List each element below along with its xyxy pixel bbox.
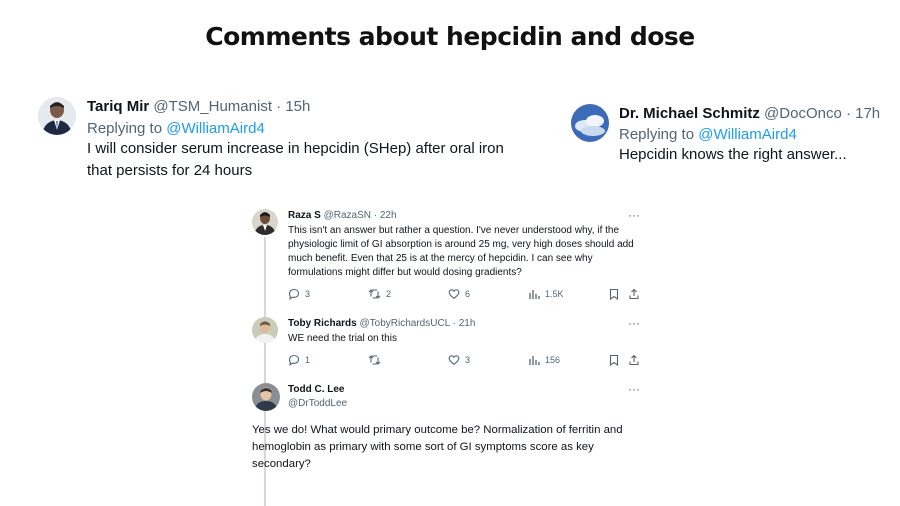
avatar-toby[interactable] (252, 317, 278, 343)
avatar-raza[interactable] (252, 209, 278, 235)
tweet-text: This isn't an answer but rather a questi… (288, 225, 634, 278)
reply-icon (288, 288, 300, 300)
author-name[interactable]: Todd C. Lee (288, 384, 344, 395)
more-options-icon[interactable]: ··· (628, 316, 640, 330)
reply-button[interactable]: 1 (288, 354, 310, 366)
author-meta: @TSM_Humanist · 15h (149, 98, 311, 115)
author-name[interactable]: Dr. Michael Schmitz (619, 105, 760, 122)
like-button[interactable]: 3 (448, 354, 470, 366)
heart-icon (448, 355, 460, 365)
sky-clouds-icon (571, 104, 609, 142)
replying-to: Replying to @WilliamAird4 (619, 126, 797, 143)
slide-title: Comments about hepcidin and dose (205, 22, 695, 51)
author-meta: @TobyRichardsUCL · 21h (356, 318, 476, 329)
share-icon (629, 288, 639, 300)
reply-icon (288, 354, 300, 366)
share-icon (629, 354, 639, 366)
avatar-tariq[interactable] (38, 97, 76, 135)
bookmark-button[interactable] (608, 354, 620, 366)
tweet-text: WE need the trial on this (288, 333, 397, 344)
tweet-header: Toby Richards @TobyRichardsUCL · 21h (288, 318, 475, 329)
heart-icon (448, 289, 460, 299)
reply-button[interactable]: 3 (288, 288, 310, 300)
person-icon (252, 209, 278, 235)
tweet-text: Hepcidin knows the right answer... (619, 146, 847, 163)
author-name[interactable]: Toby Richards (288, 318, 357, 329)
reply-count: 1 (305, 355, 311, 365)
views-chart-icon (529, 290, 540, 299)
avatar-schmitz[interactable] (571, 104, 609, 142)
retweet-icon (368, 355, 381, 365)
retweet-icon (368, 289, 381, 299)
replying-to: Replying to @WilliamAird4 (87, 120, 265, 137)
person-icon (252, 317, 278, 343)
views-button[interactable]: 156 (528, 354, 560, 366)
bookmark-button[interactable] (608, 288, 620, 300)
replying-to-link[interactable]: @WilliamAird4 (166, 120, 265, 137)
reply-count: 3 (305, 289, 311, 299)
retweet-button[interactable] (368, 354, 386, 366)
author-meta: @RazaSN · 22h (320, 210, 397, 221)
thread-panel: Raza S @RazaSN · 22h ··· This isn't an a… (250, 200, 650, 506)
author-name[interactable]: Tariq Mir (87, 98, 149, 115)
tweet-header: Tariq Mir @TSM_Humanist · 15h (87, 98, 310, 115)
retweet-button[interactable]: 2 (368, 288, 391, 300)
share-button[interactable] (628, 288, 640, 300)
author-handle[interactable]: @DrToddLee (288, 398, 347, 409)
retweet-count: 2 (386, 289, 392, 299)
views-button[interactable]: 1.5K (528, 288, 564, 300)
author-meta: @DocOnco · 17h (759, 105, 881, 122)
tweet-actions: 3 2 6 1.5K (288, 288, 644, 304)
replying-to-link[interactable]: @WilliamAird4 (698, 126, 797, 143)
tweet-actions: 1 3 156 (288, 354, 644, 370)
like-count: 6 (465, 289, 471, 299)
views-count: 1.5K (545, 289, 564, 299)
tweet-header: Dr. Michael Schmitz @DocOnco · 17h (619, 105, 880, 122)
more-options-icon[interactable]: ··· (628, 208, 640, 222)
bookmark-icon (609, 354, 619, 366)
bookmark-icon (609, 288, 619, 300)
share-button[interactable] (628, 354, 640, 366)
more-options-icon[interactable]: ··· (628, 382, 640, 396)
person-icon (252, 383, 280, 411)
avatar-todd[interactable] (252, 383, 280, 411)
tweet-text: Yes we do! What would primary outcome be… (252, 424, 623, 470)
person-icon (38, 97, 76, 135)
tweet-text: I will consider serum increase in hepcid… (87, 140, 504, 179)
views-count: 156 (545, 355, 561, 365)
author-name[interactable]: Raza S (288, 210, 321, 221)
tweet-header: Raza S @RazaSN · 22h (288, 210, 397, 221)
views-chart-icon (529, 356, 540, 365)
like-count: 3 (465, 355, 471, 365)
like-button[interactable]: 6 (448, 288, 470, 300)
